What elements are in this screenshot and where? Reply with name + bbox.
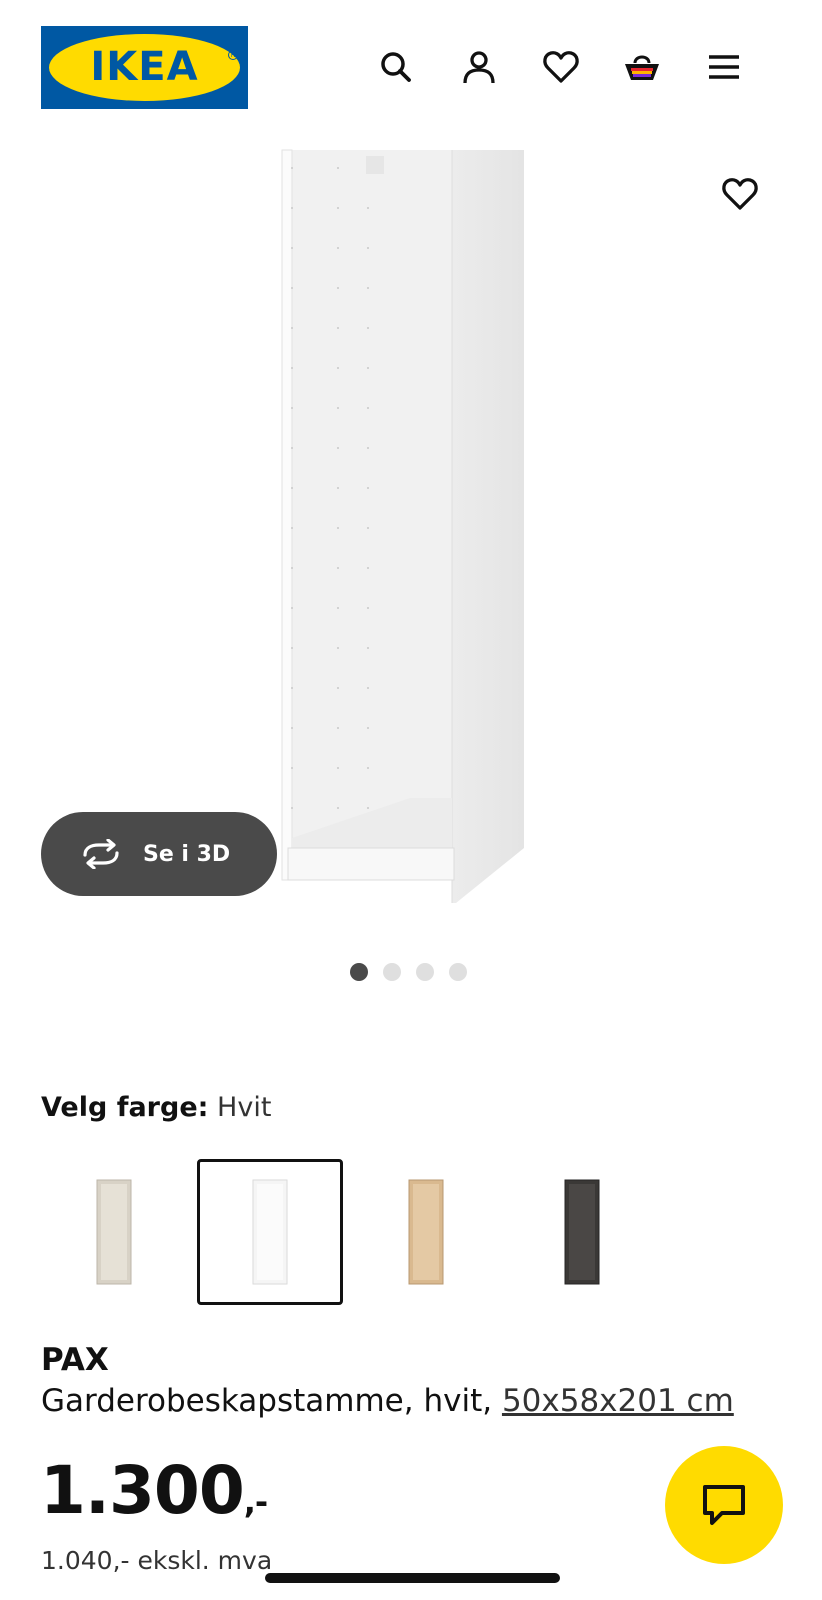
- product-price: 1.300,-: [40, 1452, 268, 1529]
- carousel-dot-4[interactable]: [449, 963, 467, 981]
- color-selection-label: Velg farge: Hvit: [41, 1092, 271, 1123]
- search-icon[interactable]: [373, 44, 419, 90]
- swatch-white[interactable]: [197, 1159, 343, 1305]
- price-ex-vat: 1.040,- ekskl. mva: [41, 1546, 273, 1575]
- product-description-text: Garderobeskapstamme, hvit,: [41, 1383, 502, 1419]
- swatch-oak[interactable]: [353, 1159, 499, 1305]
- ikea-logo[interactable]: IKEA R: [41, 26, 248, 109]
- product-description: Garderobeskapstamme, hvit, 50x58x201 cm: [41, 1383, 734, 1419]
- registered-mark: R: [228, 50, 238, 60]
- color-swatches: [41, 1159, 655, 1307]
- view-in-3d-label: Se i 3D: [143, 841, 231, 867]
- price-suffix: ,-: [243, 1483, 268, 1521]
- heart-icon: [722, 178, 758, 210]
- add-to-favorites-button[interactable]: [712, 166, 768, 222]
- swatch-black-brown[interactable]: [509, 1159, 655, 1305]
- product-dimensions-link[interactable]: 50x58x201 cm: [502, 1383, 734, 1419]
- carousel-indicator: [350, 963, 467, 981]
- carousel-dot-2[interactable]: [383, 963, 401, 981]
- view-in-3d-button[interactable]: Se i 3D: [41, 812, 277, 896]
- chat-button[interactable]: [665, 1446, 783, 1564]
- account-icon[interactable]: [456, 44, 502, 90]
- rotate-3d-icon: [83, 839, 119, 869]
- favorites-icon[interactable]: [538, 44, 584, 90]
- logo-text: IKEA: [90, 44, 199, 90]
- price-value: 1.300: [40, 1452, 245, 1529]
- swatch-beige[interactable]: [41, 1159, 187, 1305]
- carousel-dot-1[interactable]: [350, 963, 368, 981]
- cart-icon[interactable]: [619, 44, 665, 90]
- home-indicator: [265, 1573, 560, 1583]
- site-header: IKEA R: [0, 0, 822, 140]
- color-label-value: Hvit: [217, 1092, 272, 1123]
- product-name: PAX: [41, 1342, 109, 1378]
- color-label-key: Velg farge:: [41, 1092, 209, 1123]
- product-image: [280, 148, 540, 928]
- chat-bubble-icon: [703, 1485, 745, 1525]
- carousel-dot-3[interactable]: [416, 963, 434, 981]
- menu-icon[interactable]: [701, 44, 747, 90]
